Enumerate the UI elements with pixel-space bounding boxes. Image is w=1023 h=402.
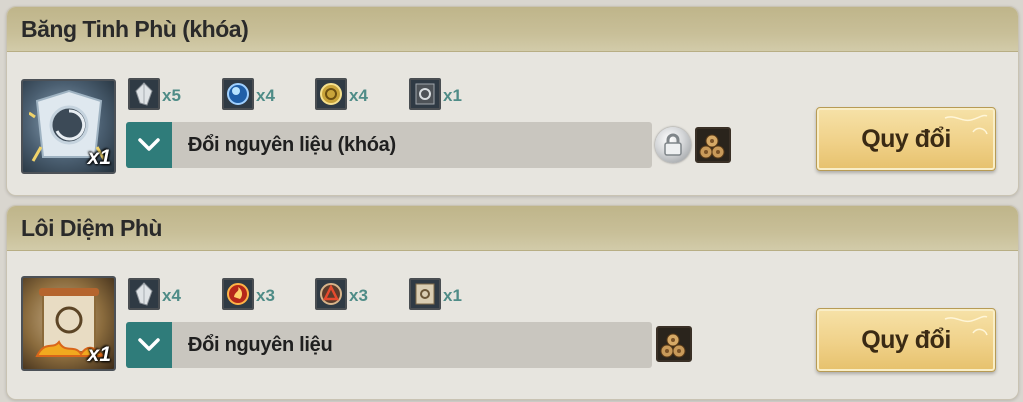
material-quantity: x5 <box>162 86 181 105</box>
card-header: Băng Tinh Phù (khóa) <box>7 7 1018 52</box>
material-quantity: x4 <box>256 86 275 105</box>
result-quantity: x1 <box>87 146 111 169</box>
exchange-button[interactable]: Quy đổi <box>816 308 996 372</box>
crystal-shard-icon <box>128 278 160 310</box>
dropdown-label: Đổi nguyên liệu <box>188 334 333 356</box>
exchange-button-label: Quy đổi <box>861 125 951 153</box>
gold-emblem-icon <box>315 78 347 110</box>
recipe-card: Băng Tinh Phù (khóa) x1 x5 x4 x4 x1 Đổi … <box>6 6 1019 196</box>
chevron-down-icon[interactable] <box>126 322 172 368</box>
blue-orb-icon <box>222 78 254 110</box>
exchange-button[interactable]: Quy đổi <box>816 107 996 171</box>
material-quantity: x4 <box>349 86 368 105</box>
material-dropdown[interactable]: Đổi nguyên liệu <box>126 322 652 368</box>
recipe-card: Lôi Diệm Phù x1 x4 x3 x3 x1 Đổi nguyên l… <box>6 205 1019 400</box>
result-quantity: x1 <box>87 343 111 366</box>
crystal-shard-icon <box>128 78 160 110</box>
ice-talisman-icon[interactable]: x1 <box>21 79 116 174</box>
wood-logs-icon <box>656 326 692 362</box>
dark-scroll-icon <box>409 78 441 110</box>
card-header: Lôi Diệm Phù <box>7 206 1018 251</box>
recipe-title: Băng Tinh Phù (khóa) <box>21 16 249 42</box>
flame-emblem-icon <box>315 278 347 310</box>
chevron-down-icon[interactable] <box>126 122 172 168</box>
fire-talisman-icon[interactable]: x1 <box>21 276 116 371</box>
material-quantity: x1 <box>443 286 462 305</box>
material-quantity: x3 <box>256 286 275 305</box>
paper-scroll-icon <box>409 278 441 310</box>
lock-icon <box>655 127 691 163</box>
fire-orb-icon <box>222 278 254 310</box>
dropdown-label: Đổi nguyên liệu (khóa) <box>188 134 396 156</box>
material-quantity: x3 <box>349 286 368 305</box>
wood-logs-icon <box>695 127 731 163</box>
material-dropdown[interactable]: Đổi nguyên liệu (khóa) <box>126 122 652 168</box>
material-quantity: x4 <box>162 286 181 305</box>
material-quantity: x1 <box>443 86 462 105</box>
exchange-button-label: Quy đổi <box>861 326 951 354</box>
recipe-title: Lôi Diệm Phù <box>21 215 162 241</box>
